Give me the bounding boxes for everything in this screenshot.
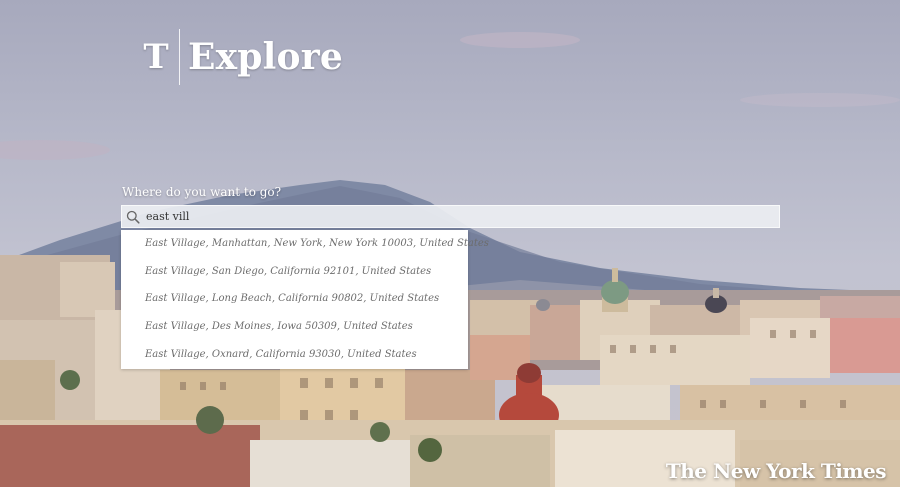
autocomplete-dropdown: East Village, Manhattan, New York, New Y… <box>121 230 489 369</box>
suggestion-item[interactable]: East Village, Oxnard, California 93030, … <box>121 340 468 368</box>
suggestion-item[interactable]: East Village, Long Beach, California 908… <box>121 285 468 313</box>
nyt-t-logo-icon: T <box>143 37 169 77</box>
search-box[interactable] <box>121 205 780 228</box>
explore-logo[interactable]: T Explore <box>140 28 343 86</box>
suggestion-item[interactable]: East Village, San Diego, California 9210… <box>121 258 468 286</box>
search-input[interactable] <box>144 206 779 227</box>
logo-divider <box>179 29 180 85</box>
suggestion-item[interactable]: East Village, Des Moines, Iowa 50309, Un… <box>121 313 468 341</box>
search-icon <box>122 206 144 227</box>
logo-title: Explore <box>188 36 344 78</box>
search-label: Where do you want to go? <box>122 185 282 199</box>
suggestion-item[interactable]: East Village, Manhattan, New York, New Y… <box>121 230 489 258</box>
nyt-wordmark[interactable]: The New York Times <box>666 459 887 483</box>
